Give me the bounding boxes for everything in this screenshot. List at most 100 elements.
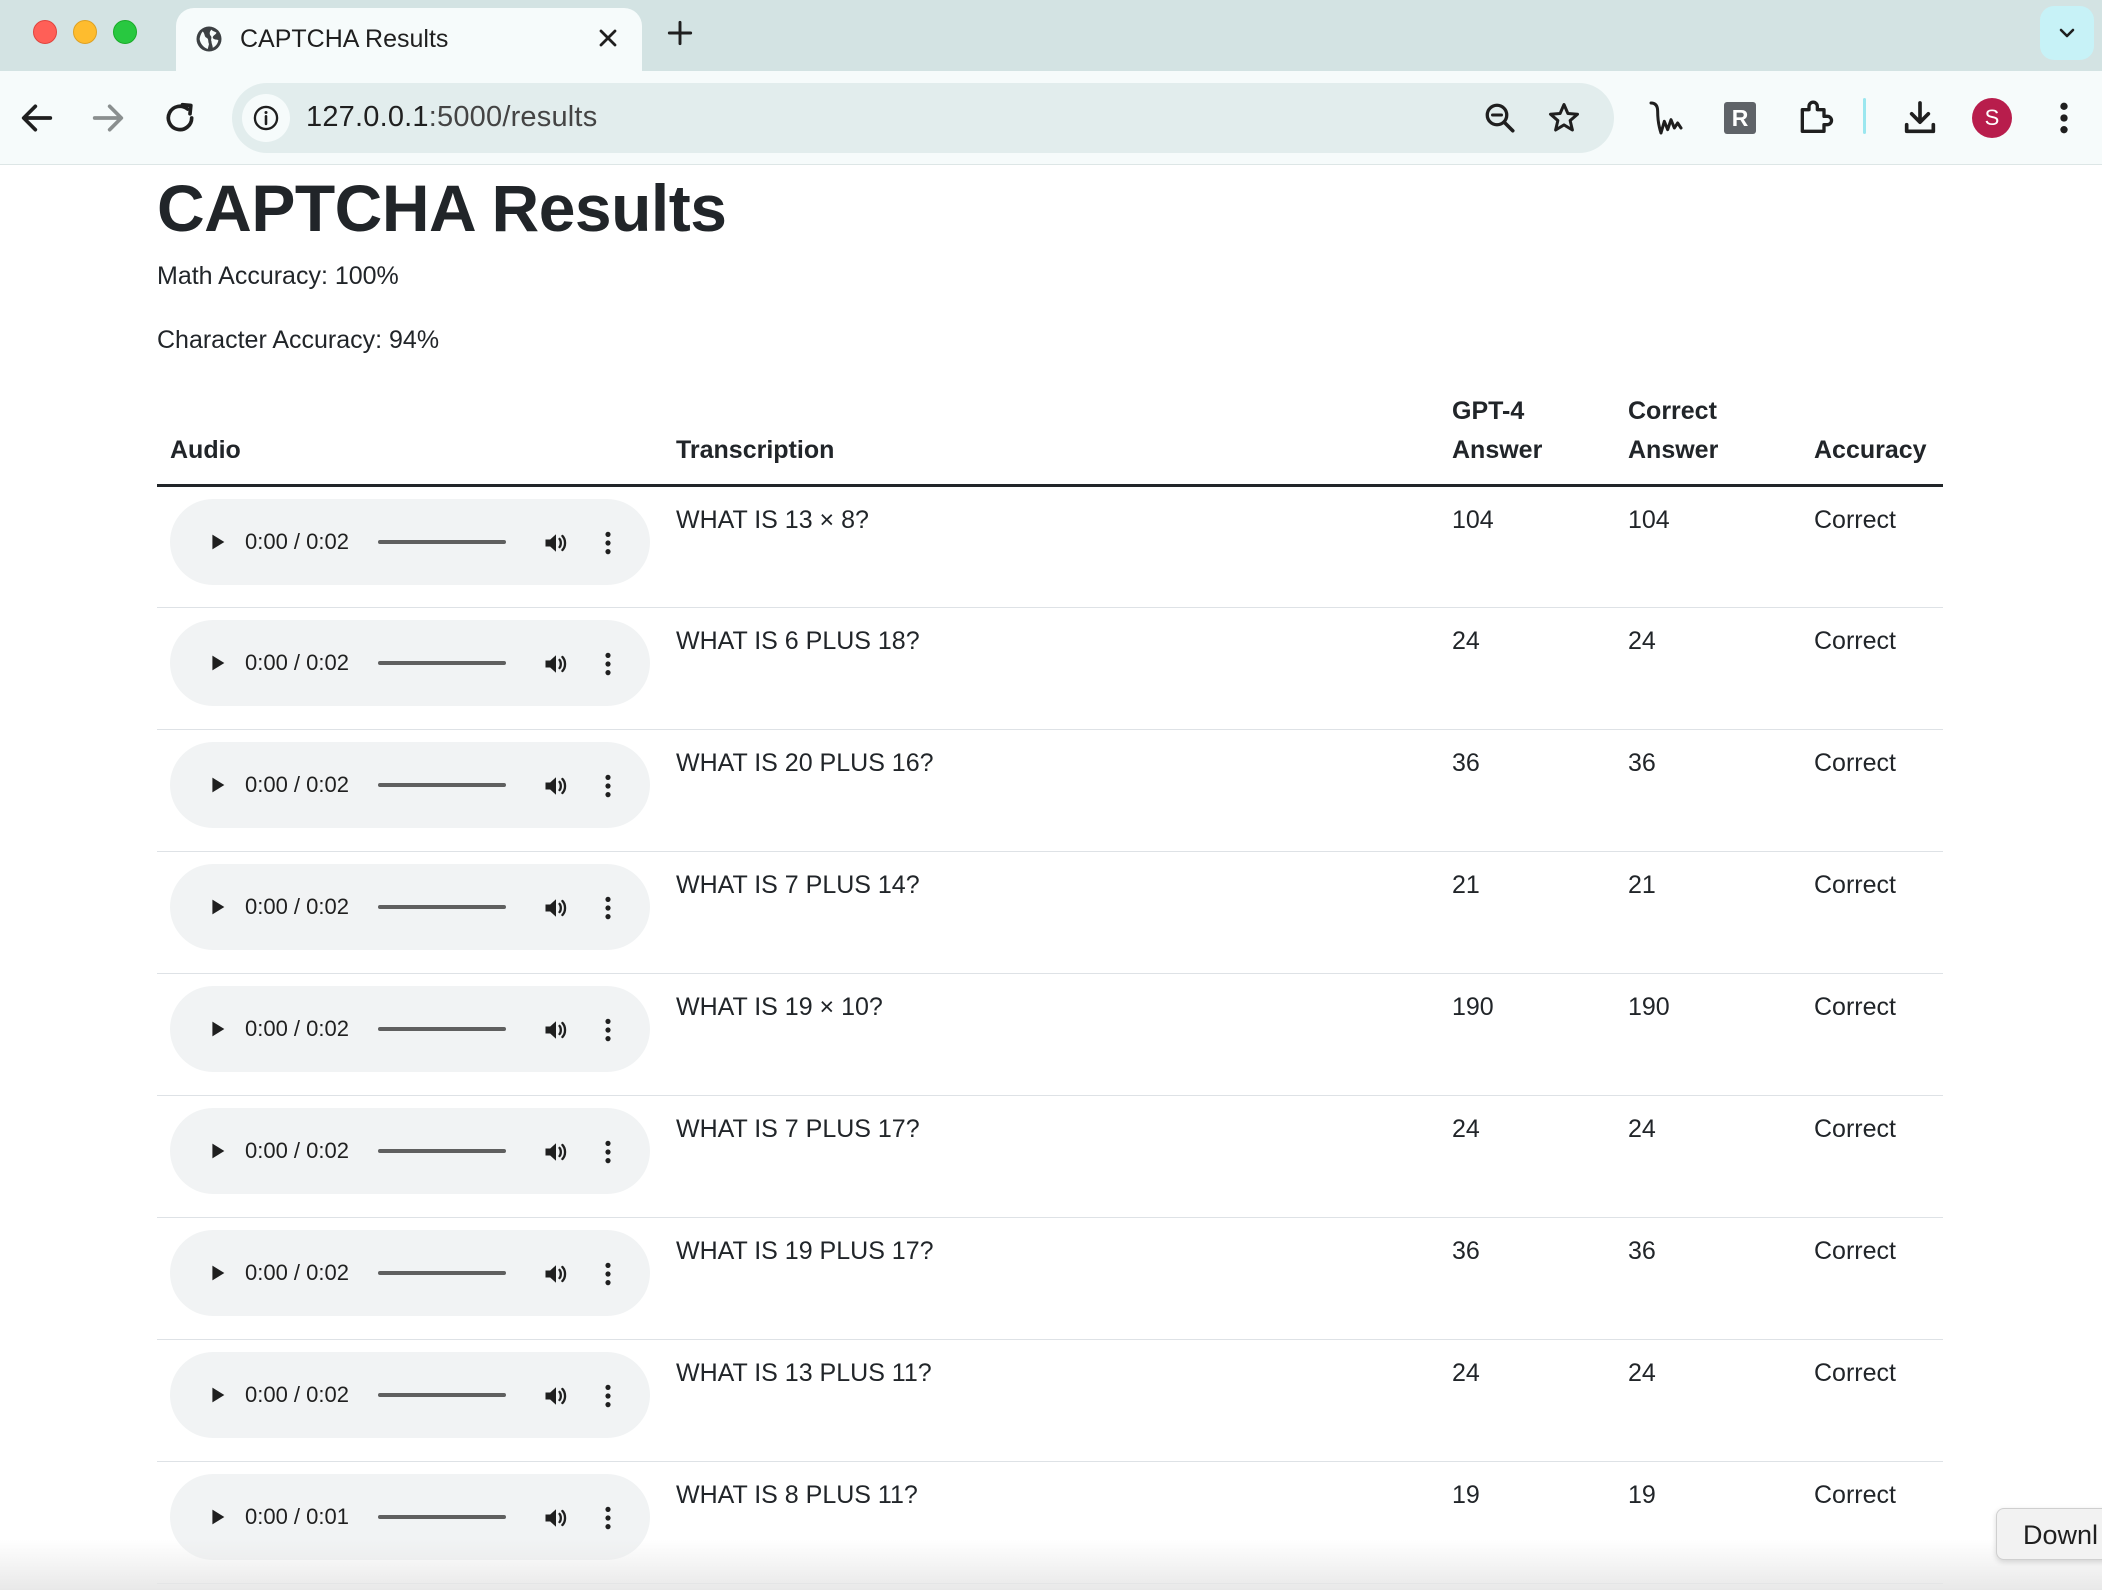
volume-icon[interactable] bbox=[542, 1016, 570, 1044]
audio-progress-slider[interactable] bbox=[378, 661, 506, 665]
r-extension-letter: R bbox=[1731, 105, 1749, 131]
audio-progress-slider[interactable] bbox=[378, 1027, 506, 1031]
audio-progress-slider[interactable] bbox=[378, 540, 506, 544]
audio-player[interactable]: 0:00 / 0:02 bbox=[170, 986, 650, 1072]
header-correct-answer: Correct Answer bbox=[1615, 392, 1801, 487]
play-icon[interactable] bbox=[206, 1018, 228, 1040]
volume-icon[interactable] bbox=[542, 529, 570, 557]
kebab-menu-icon[interactable] bbox=[2044, 96, 2084, 140]
audio-progress-slider[interactable] bbox=[378, 1149, 506, 1153]
audio-cell: 0:00 / 0:02 bbox=[157, 1339, 663, 1462]
zoom-icon[interactable] bbox=[1482, 100, 1518, 136]
minimize-window-button[interactable] bbox=[73, 20, 97, 44]
close-window-button[interactable] bbox=[33, 20, 57, 44]
correct-answer-cell: 24 bbox=[1615, 1095, 1801, 1218]
play-icon[interactable] bbox=[206, 1262, 228, 1284]
profile-initial: S bbox=[1984, 105, 2000, 130]
bookmark-star-icon[interactable] bbox=[1546, 100, 1582, 136]
toolbar-separator bbox=[1863, 98, 1866, 134]
accuracy-cell: Correct bbox=[1801, 851, 1943, 974]
reload-icon[interactable] bbox=[160, 98, 200, 138]
audio-time: 0:00 / 0:02 bbox=[245, 772, 349, 797]
new-tab-icon[interactable] bbox=[664, 17, 696, 49]
volume-icon[interactable] bbox=[542, 772, 570, 800]
more-options-icon[interactable] bbox=[595, 529, 621, 557]
transcription-cell: WHAT IS 19 × 10? bbox=[663, 973, 1439, 1096]
transcription-cell: WHAT IS 19 PLUS 17? bbox=[663, 1217, 1439, 1340]
profile-avatar[interactable]: S bbox=[1972, 98, 2012, 138]
accuracy-cell: Correct bbox=[1801, 1339, 1943, 1462]
transcription-cell: WHAT IS 13 × 8? bbox=[663, 485, 1439, 608]
play-icon[interactable] bbox=[206, 1506, 228, 1528]
correct-answer-cell: 21 bbox=[1615, 851, 1801, 974]
tab-search-button[interactable] bbox=[2040, 6, 2094, 60]
play-icon[interactable] bbox=[206, 896, 228, 918]
audio-progress-slider[interactable] bbox=[378, 1271, 506, 1275]
volume-icon[interactable] bbox=[542, 1382, 570, 1410]
play-icon[interactable] bbox=[206, 531, 228, 553]
header-accuracy: Accuracy bbox=[1801, 392, 1943, 487]
more-options-icon[interactable] bbox=[595, 1382, 621, 1410]
correct-answer-cell: 190 bbox=[1615, 973, 1801, 1096]
forward-arrow-icon[interactable] bbox=[88, 98, 128, 138]
audio-time: 0:00 / 0:02 bbox=[245, 1016, 349, 1041]
audio-time: 0:00 / 0:02 bbox=[245, 650, 349, 675]
play-icon[interactable] bbox=[206, 1140, 228, 1162]
url-path: :5000/results bbox=[428, 101, 598, 133]
volume-icon[interactable] bbox=[542, 1260, 570, 1288]
correct-answer-cell: 36 bbox=[1615, 729, 1801, 852]
audio-player[interactable]: 0:00 / 0:02 bbox=[170, 1230, 650, 1316]
correct-answer-cell: 24 bbox=[1615, 607, 1801, 730]
back-arrow-icon[interactable] bbox=[17, 98, 57, 138]
audio-player[interactable]: 0:00 / 0:02 bbox=[170, 1352, 650, 1438]
accuracy-cell: Correct bbox=[1801, 1095, 1943, 1218]
audio-cell: 0:00 / 0:02 bbox=[157, 1095, 663, 1218]
audio-time: 0:00 / 0:02 bbox=[245, 1260, 349, 1285]
volume-icon[interactable] bbox=[542, 894, 570, 922]
r-extension-icon[interactable]: R bbox=[1724, 102, 1756, 134]
more-options-icon[interactable] bbox=[595, 1138, 621, 1166]
audio-player[interactable]: 0:00 / 0:02 bbox=[170, 620, 650, 706]
audio-time: 0:00 / 0:01 bbox=[245, 1504, 349, 1529]
audio-progress-slider[interactable] bbox=[378, 1393, 506, 1397]
audio-progress-slider[interactable] bbox=[378, 783, 506, 787]
volume-icon[interactable] bbox=[542, 1504, 570, 1532]
transcription-cell: WHAT IS 7 PLUS 17? bbox=[663, 1095, 1439, 1218]
transcription-cell: WHAT IS 7 PLUS 14? bbox=[663, 851, 1439, 974]
audio-player[interactable]: 0:00 / 0:02 bbox=[170, 499, 650, 585]
audio-player[interactable]: 0:00 / 0:02 bbox=[170, 1108, 650, 1194]
header-correct-line2: Answer bbox=[1628, 436, 1719, 464]
site-info-button[interactable] bbox=[242, 94, 290, 142]
table-row: 0:00 / 0:02 WHAT IS 7 PLUS 17? 24 24 Cor… bbox=[157, 1095, 1943, 1218]
volume-icon[interactable] bbox=[542, 1138, 570, 1166]
more-options-icon[interactable] bbox=[595, 1260, 621, 1288]
play-icon[interactable] bbox=[206, 652, 228, 674]
bottom-shadow bbox=[0, 1540, 2102, 1590]
play-icon[interactable] bbox=[206, 774, 228, 796]
accuracy-cell: Correct bbox=[1801, 607, 1943, 730]
url-host: 127.0.0.1 bbox=[306, 101, 429, 133]
more-options-icon[interactable] bbox=[595, 1504, 621, 1532]
audio-player[interactable]: 0:00 / 0:02 bbox=[170, 864, 650, 950]
more-options-icon[interactable] bbox=[595, 1016, 621, 1044]
gpt4-answer-cell: 24 bbox=[1439, 1095, 1615, 1218]
more-options-icon[interactable] bbox=[595, 894, 621, 922]
address-bar[interactable]: 127.0.0.1:5000/results bbox=[232, 83, 1614, 153]
accuracy-cell: Correct bbox=[1801, 973, 1943, 1096]
info-icon bbox=[253, 105, 279, 131]
download-icon[interactable] bbox=[1900, 96, 1940, 140]
audio-wave-extension-icon[interactable] bbox=[1646, 96, 1686, 140]
audio-player[interactable]: 0:00 / 0:02 bbox=[170, 742, 650, 828]
volume-icon[interactable] bbox=[542, 650, 570, 678]
active-tab[interactable]: CAPTCHA Results bbox=[176, 8, 642, 71]
close-tab-icon[interactable] bbox=[594, 24, 622, 52]
audio-progress-slider[interactable] bbox=[378, 905, 506, 909]
table-row: 0:00 / 0:02 WHAT IS 19 PLUS 17? 36 36 Co… bbox=[157, 1217, 1943, 1340]
maximize-window-button[interactable] bbox=[113, 20, 137, 44]
more-options-icon[interactable] bbox=[595, 650, 621, 678]
extensions-puzzle-icon[interactable] bbox=[1794, 96, 1834, 140]
play-icon[interactable] bbox=[206, 1384, 228, 1406]
audio-progress-slider[interactable] bbox=[378, 1515, 506, 1519]
audio-time: 0:00 / 0:02 bbox=[245, 1138, 349, 1163]
more-options-icon[interactable] bbox=[595, 772, 621, 800]
